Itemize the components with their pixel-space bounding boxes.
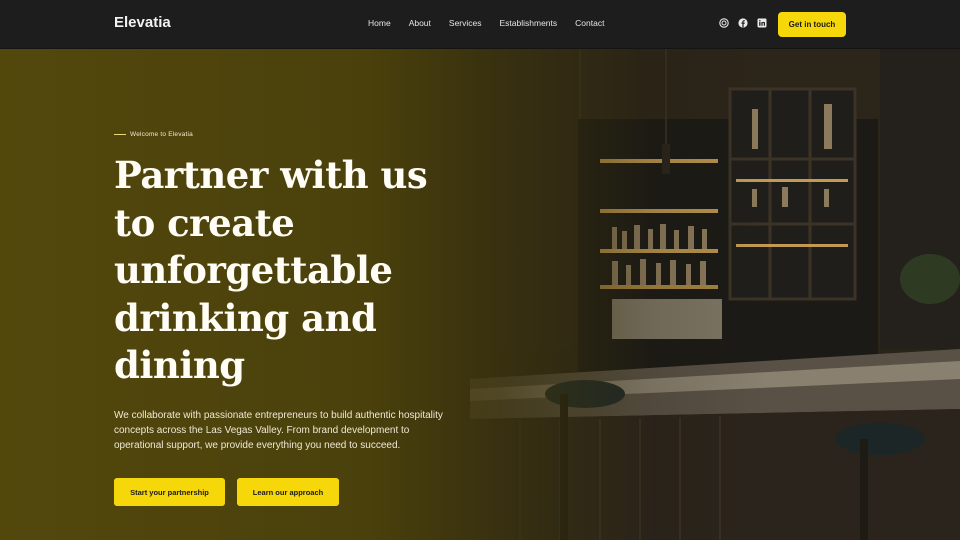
nav-establishments-link[interactable]: Establishments [500,18,558,28]
nav-home-link[interactable]: Home [368,18,391,28]
nav-services-link[interactable]: Services [449,18,482,28]
learn-approach-button[interactable]: Learn our approach [237,478,339,506]
brand-logo[interactable]: Elevatia [114,14,171,31]
social-links [719,18,767,28]
site-header: Elevatia Home About Services Establishme… [0,0,960,49]
linkedin-icon[interactable] [757,18,767,28]
get-in-touch-button[interactable]: Get in touch [778,12,846,37]
eyebrow-text: Welcome to Elevatia [130,131,193,138]
instagram-icon[interactable] [719,18,729,28]
start-partnership-button[interactable]: Start your partnership [114,478,225,506]
hero-description: We collaborate with passionate entrepren… [114,410,443,451]
main-nav: Home About Services Establishments Conta… [368,18,622,28]
nav-contact-link[interactable]: Contact [575,18,604,28]
eyebrow-rule [114,134,126,135]
hero-eyebrow: Welcome to Elevatia [114,131,193,138]
facebook-icon[interactable] [738,18,748,28]
hero-title: Partner with us to create unforgettable … [114,153,428,387]
hero-section: Welcome to Elevatia Partner with us to c… [0,49,960,540]
nav-about-link[interactable]: About [409,18,431,28]
